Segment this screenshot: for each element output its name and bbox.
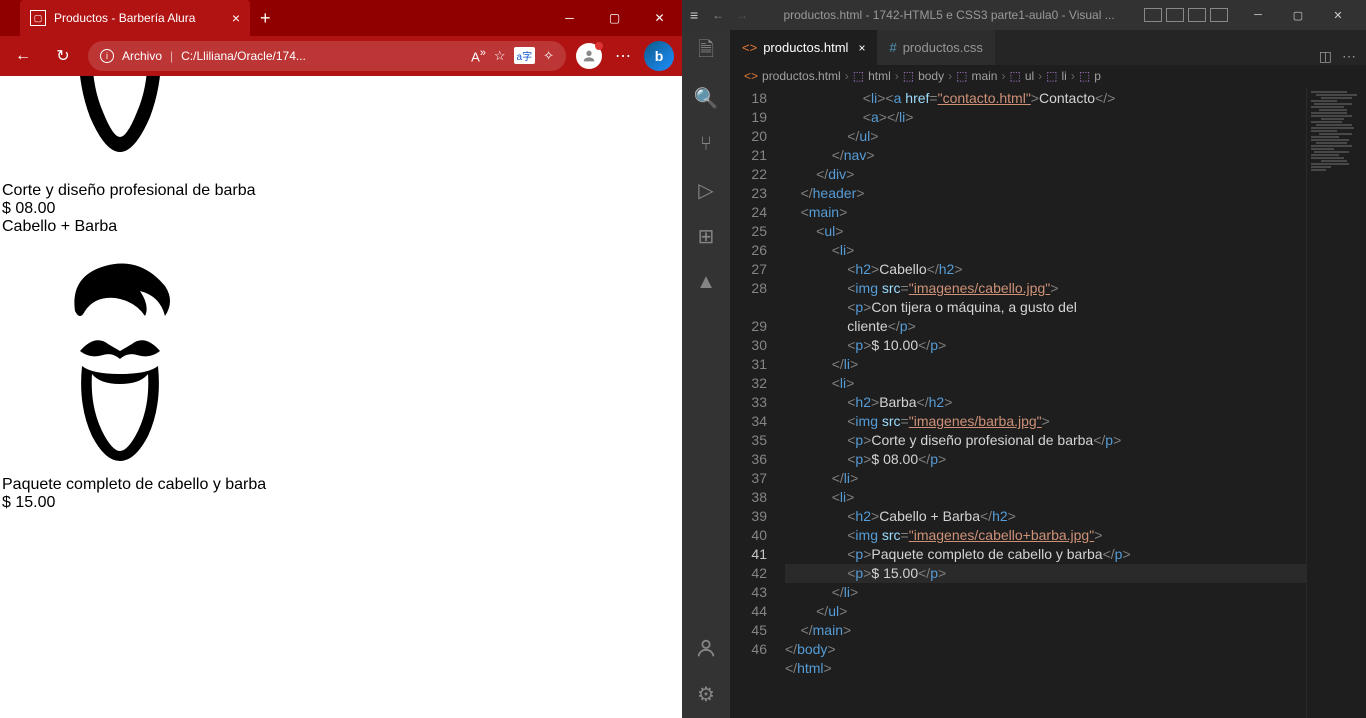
vscode-menu-icon[interactable]: ≡	[690, 7, 698, 23]
address-path: C:/Lliliana/Oracle/174...	[181, 49, 306, 63]
window-controls: ─ ▢ ✕	[547, 0, 682, 36]
search-icon[interactable]: 🔍	[692, 84, 720, 112]
run-debug-icon[interactable]: ▷	[692, 176, 720, 204]
more-actions-icon[interactable]: ⋯	[1342, 48, 1356, 65]
cube-icon: ⬚	[853, 69, 864, 83]
azure-icon[interactable]: ▲	[692, 268, 720, 296]
html-file-icon: <>	[742, 40, 757, 55]
tab-actions: ◫ ⋯	[1309, 48, 1366, 65]
minimap[interactable]	[1306, 87, 1366, 718]
page-favicon: ▢	[30, 10, 46, 26]
cube-icon: ⬚	[956, 69, 967, 83]
layout-icon[interactable]	[1210, 8, 1228, 22]
breadcrumb-item[interactable]: html	[868, 69, 891, 83]
close-tab-icon[interactable]: ×	[232, 10, 240, 26]
layout-controls	[1144, 8, 1228, 22]
browser-titlebar: ▢ Productos - Barbería Alura × + ─ ▢ ✕	[0, 0, 682, 36]
tab-label: productos.html	[763, 40, 848, 55]
split-editor-icon[interactable]: ◫	[1319, 48, 1332, 65]
code-lines[interactable]: <li><a href="contacto.html">Contacto</> …	[785, 87, 1306, 718]
breadcrumb-item[interactable]: body	[918, 69, 944, 83]
maximize-button[interactable]: ▢	[1278, 0, 1318, 30]
breadcrumb-item[interactable]: main	[971, 69, 997, 83]
product-price: $ 08.00	[2, 200, 680, 218]
breadcrumb-file[interactable]: productos.html	[762, 69, 841, 83]
address-bar[interactable]: i Archivo | C:/Lliliana/Oracle/174... A»…	[88, 41, 566, 71]
forward-arrow-icon[interactable]: →	[736, 8, 748, 22]
tab-productos-html[interactable]: <> productos.html ×	[730, 30, 877, 65]
browser-tab-active[interactable]: ▢ Productos - Barbería Alura ×	[20, 0, 250, 36]
product-desc: Corte y diseño profesional de barba	[2, 182, 680, 200]
maximize-button[interactable]: ▢	[592, 0, 637, 36]
css-file-icon: #	[889, 40, 896, 55]
html-file-icon: <>	[744, 69, 758, 83]
vscode-window-controls: ─ ▢ ✕	[1238, 0, 1358, 30]
tab-productos-css[interactable]: # productos.css	[877, 30, 994, 65]
layout-icon[interactable]	[1144, 8, 1162, 22]
breadcrumb[interactable]: <> productos.html › ⬚ html › ⬚ body › ⬚ …	[730, 65, 1366, 87]
activity-bar: 🗎 🔍 ⑂ ▷ ⊞ ▲ ⚙	[682, 30, 730, 718]
browser-window: ▢ Productos - Barbería Alura × + ─ ▢ ✕ ←…	[0, 0, 682, 718]
toolbar-right: ⋯ b	[576, 41, 674, 71]
read-aloud-icon[interactable]: A»	[471, 47, 486, 64]
address-actions: A» ☆ a字 ✧	[471, 47, 554, 64]
new-tab-button[interactable]: +	[250, 8, 281, 29]
cube-icon: ⬚	[1009, 69, 1020, 83]
close-window-button[interactable]: ✕	[1318, 0, 1358, 30]
breadcrumb-item[interactable]: p	[1094, 69, 1101, 83]
breadcrumb-item[interactable]: li	[1062, 69, 1067, 83]
cube-icon: ⬚	[1079, 69, 1090, 83]
close-tab-icon[interactable]: ×	[858, 41, 865, 55]
browser-toolbar: ← ↻ i Archivo | C:/Lliliana/Oracle/174..…	[0, 36, 682, 76]
account-icon[interactable]	[692, 634, 720, 662]
more-button[interactable]: ⋯	[608, 41, 638, 71]
explorer-icon[interactable]: 🗎	[692, 38, 720, 66]
minimize-button[interactable]: ─	[1238, 0, 1278, 30]
address-prefix: Archivo	[122, 49, 162, 63]
source-control-icon[interactable]: ⑂	[692, 130, 720, 158]
vscode-title: productos.html - 1742-HTML5 e CSS3 parte…	[754, 8, 1144, 22]
product-title: Cabello + Barba	[2, 218, 680, 236]
close-window-button[interactable]: ✕	[637, 0, 682, 36]
vscode-titlebar: ≡ ← → productos.html - 1742-HTML5 e CSS3…	[682, 0, 1366, 30]
back-button[interactable]: ←	[8, 41, 38, 71]
minimize-button[interactable]: ─	[547, 0, 592, 36]
page-content[interactable]: Con tijera o máquina, a gusto del client…	[0, 76, 682, 718]
product-desc: Paquete completo de cabello y barba	[2, 476, 680, 494]
refresh-button[interactable]: ↻	[48, 41, 78, 71]
editor-tabs: <> productos.html × # productos.css ◫ ⋯	[730, 30, 1366, 65]
editor-area: <> productos.html × # productos.css ◫ ⋯ …	[730, 30, 1366, 718]
extensions-icon[interactable]: ⊞	[692, 222, 720, 250]
cube-icon: ⬚	[1046, 69, 1057, 83]
product-image-barba	[30, 76, 210, 172]
line-numbers: 181920 212223 242526 272829 303132 33343…	[730, 87, 785, 718]
settings-gear-icon[interactable]: ⚙	[692, 680, 720, 708]
product-price: $ 15.00	[2, 494, 680, 512]
profile-avatar[interactable]	[576, 43, 602, 69]
breadcrumb-item[interactable]: ul	[1025, 69, 1034, 83]
site-info-icon[interactable]: i	[100, 49, 114, 63]
translate-icon[interactable]: a字	[514, 47, 536, 64]
tab-title: Productos - Barbería Alura	[54, 11, 195, 25]
product-image-cabello-barba	[30, 256, 210, 466]
code-editor[interactable]: 181920 212223 242526 272829 303132 33343…	[730, 87, 1366, 718]
cube-icon: ⬚	[903, 69, 914, 83]
bing-chat-icon[interactable]: b	[644, 41, 674, 71]
collections-icon[interactable]: ✧	[543, 48, 554, 64]
layout-icon[interactable]	[1166, 8, 1184, 22]
back-arrow-icon[interactable]: ←	[712, 8, 724, 22]
vscode-body: 🗎 🔍 ⑂ ▷ ⊞ ▲ ⚙ <> productos.html ×	[682, 30, 1366, 718]
layout-icon[interactable]	[1188, 8, 1206, 22]
tab-label: productos.css	[903, 40, 983, 55]
vscode-window: ≡ ← → productos.html - 1742-HTML5 e CSS3…	[682, 0, 1366, 718]
favorite-icon[interactable]: ☆	[494, 48, 506, 64]
